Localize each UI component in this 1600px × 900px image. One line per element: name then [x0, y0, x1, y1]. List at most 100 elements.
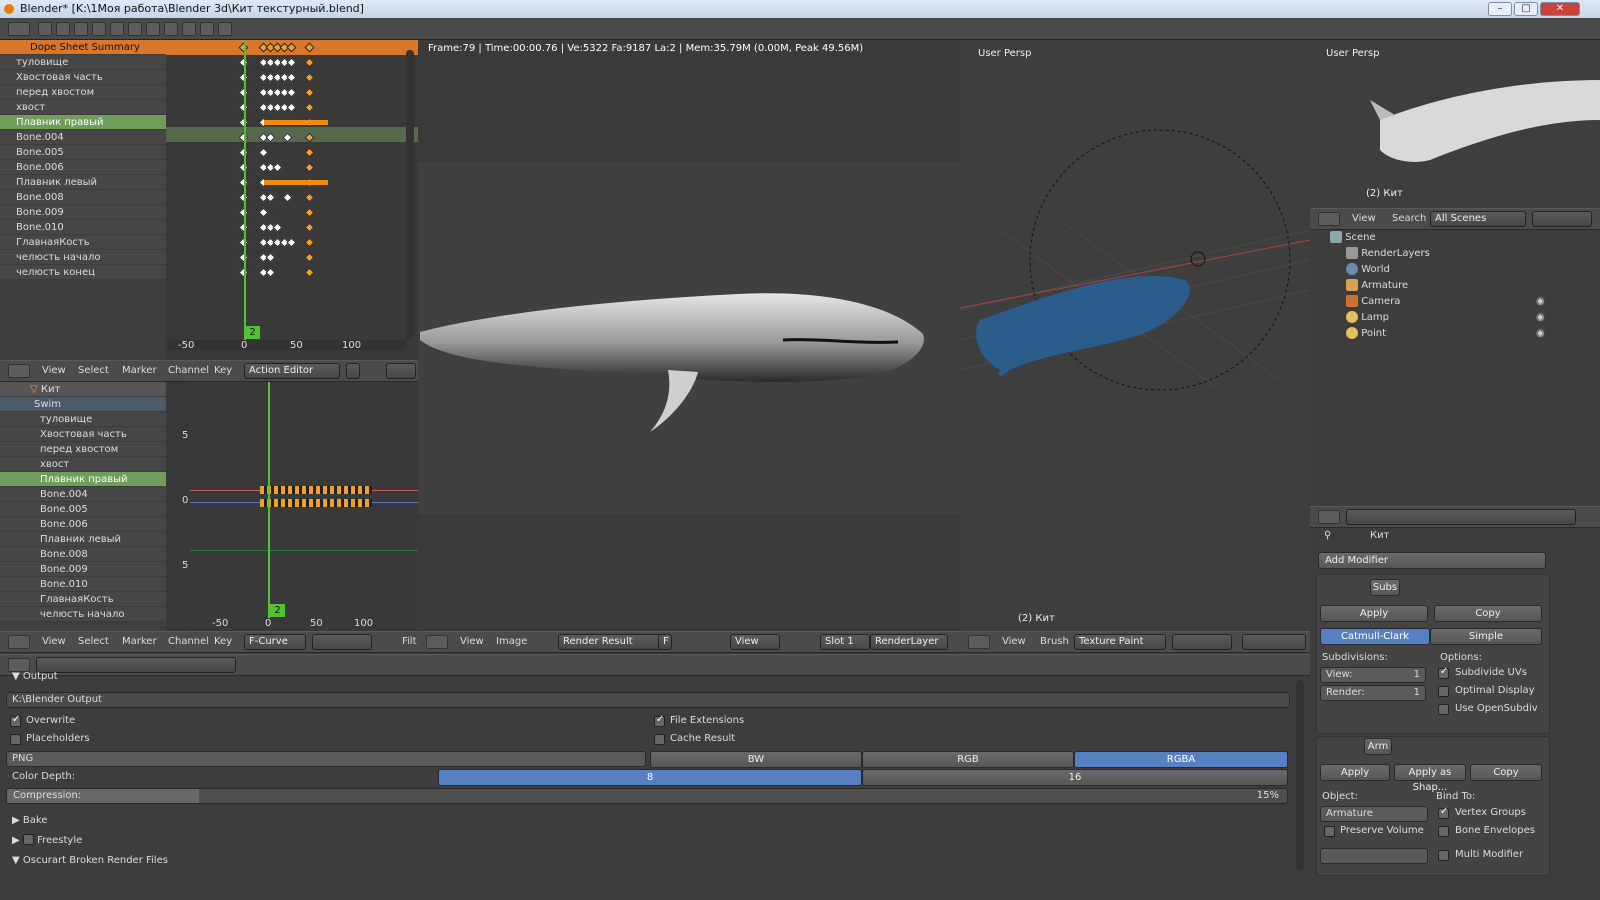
outliner-item-point[interactable]: Point	[1346, 326, 1386, 342]
keyframe[interactable]	[286, 72, 297, 83]
keyframe[interactable]	[286, 57, 297, 68]
dopesheet-timeline[interactable]: 2 -50 0 50 100	[166, 40, 418, 360]
color-rgb-toggle[interactable]: RGB	[862, 751, 1074, 768]
color-bw-toggle[interactable]: BW	[650, 751, 862, 768]
menu-brush[interactable]: Brush	[1040, 632, 1069, 652]
keyframe[interactable]	[304, 237, 315, 248]
apply-button[interactable]: Apply	[1320, 605, 1428, 622]
dopesheet-channel[interactable]: ГлавнаяКость	[0, 235, 166, 250]
vertical-scrollbar[interactable]	[406, 50, 414, 340]
view-mode-select[interactable]: View	[730, 634, 780, 650]
modifier-icon[interactable]	[146, 22, 160, 36]
mini-viewport[interactable]: User Persp (2) Кит	[1310, 40, 1600, 208]
dopesheet-channel[interactable]: Хвостовая часть	[0, 70, 166, 85]
keyframe[interactable]	[304, 87, 315, 98]
graph-channel[interactable]: Bone.006	[0, 517, 166, 532]
file-format-select[interactable]: PNG	[6, 751, 646, 767]
editor-type-icon[interactable]	[426, 635, 448, 649]
maximize-button[interactable]: □	[1514, 2, 1538, 16]
keyframe[interactable]	[304, 57, 315, 68]
mode-select[interactable]: Action Editor	[244, 363, 340, 379]
action-browse[interactable]	[346, 363, 360, 379]
keyframe[interactable]	[304, 102, 315, 113]
editor-type-icon[interactable]	[968, 635, 990, 649]
slot-select[interactable]: Slot 1	[820, 634, 870, 650]
graph-channel[interactable]: хвост	[0, 457, 166, 472]
visibility-eye-icon[interactable]: ◉	[1536, 296, 1545, 307]
keyframe[interactable]	[304, 192, 315, 203]
simple-toggle[interactable]: Simple	[1430, 628, 1542, 645]
outliner-item-renderlayers[interactable]: RenderLayers	[1346, 246, 1430, 262]
scene-icon[interactable]	[56, 22, 70, 36]
editor-type-icon[interactable]	[8, 364, 30, 378]
graph-mode-select[interactable]: F-Curve	[244, 634, 306, 650]
dopesheet-channel[interactable]: туловище	[0, 55, 166, 70]
bake-section-header[interactable]: ▶ Bake	[12, 812, 47, 830]
dopesheet-channel[interactable]: Bone.010	[0, 220, 166, 235]
overwrite-checkbox[interactable]	[10, 714, 21, 727]
playhead[interactable]	[244, 40, 246, 340]
menu-channel[interactable]: Channel	[168, 361, 209, 381]
minimize-button[interactable]: –	[1488, 2, 1512, 16]
3d-viewport[interactable]: User Persp (2) Кит	[960, 40, 1310, 654]
dopesheet-channel[interactable]: челюсть начало	[0, 250, 166, 265]
apply-as-shape-button[interactable]: Apply as Shap...	[1394, 764, 1466, 793]
graph-tool-buttons[interactable]	[312, 634, 372, 650]
output-path-field[interactable]: K:\Blender Output	[6, 692, 1290, 708]
menu-view[interactable]: View	[1002, 632, 1026, 652]
menu-search[interactable]: Search	[1392, 209, 1426, 229]
apply-button[interactable]: Apply	[1320, 764, 1390, 781]
keyframe[interactable]	[286, 87, 297, 98]
interaction-mode-select[interactable]: Texture Paint	[1074, 634, 1166, 650]
layout-icon[interactable]	[38, 22, 52, 36]
menu-key[interactable]: Key	[214, 632, 232, 652]
keyframe[interactable]	[258, 207, 269, 218]
keyframe[interactable]	[272, 222, 283, 233]
keyframe[interactable]	[304, 72, 315, 83]
compression-slider[interactable]: Compression: 15%	[6, 788, 1288, 804]
object-icon[interactable]	[110, 22, 124, 36]
dopesheet-channel[interactable]: Плавник левый	[0, 175, 166, 190]
dopesheet-channel[interactable]: перед хвостом	[0, 85, 166, 100]
dopesheet-channel[interactable]: Bone.005	[0, 145, 166, 160]
oscurart-section-header[interactable]: ▼ Oscurart Broken Render Files	[12, 852, 168, 870]
dopesheet-channel[interactable]: Bone.006	[0, 160, 166, 175]
copy-button[interactable]: Copy	[1434, 605, 1542, 622]
keyframe[interactable]	[304, 162, 315, 173]
editor-type-icon[interactable]	[8, 635, 30, 649]
placeholders-checkbox[interactable]	[10, 734, 21, 745]
catmull-clark-toggle[interactable]: Catmull-Clark	[1320, 628, 1430, 645]
dopesheet-channel[interactable]: Bone.004	[0, 130, 166, 145]
dopesheet-channel[interactable]: Bone.008	[0, 190, 166, 205]
outliner-item-lamp[interactable]: Lamp	[1346, 310, 1389, 326]
pin-icon[interactable]: ⚲	[1324, 528, 1331, 544]
dopesheet-channel[interactable]: челюсть конец	[0, 265, 166, 280]
outliner-search-field[interactable]	[1532, 211, 1592, 227]
outliner-item-armature[interactable]: Armature	[1346, 278, 1408, 294]
playhead[interactable]	[268, 382, 270, 618]
keyframe[interactable]	[304, 147, 315, 158]
close-button[interactable]: ✕	[1540, 2, 1580, 16]
graph-channel[interactable]: Bone.004	[0, 487, 166, 502]
render-layer-select[interactable]: RenderLayer	[870, 634, 948, 650]
add-modifier-button[interactable]: Add Modifier	[1318, 552, 1546, 569]
keyframe[interactable]	[265, 267, 276, 278]
graph-channel[interactable]: Плавник правый	[0, 472, 166, 487]
preserve-volume-checkbox[interactable]	[1324, 826, 1335, 837]
menu-key[interactable]: Key	[214, 361, 232, 381]
key-cluster-bottom[interactable]	[260, 499, 372, 507]
outliner-item-scene[interactable]: Scene	[1330, 230, 1376, 246]
menu-select[interactable]: Select	[78, 361, 109, 381]
menu-view[interactable]: View	[460, 632, 484, 652]
depth-16-toggle[interactable]: 16	[862, 769, 1288, 786]
keyframe[interactable]	[282, 192, 293, 203]
data-icon[interactable]	[164, 22, 178, 36]
graph-channel[interactable]: Bone.010	[0, 577, 166, 592]
editor-type-icon[interactable]	[1318, 212, 1340, 226]
shading-buttons[interactable]	[1172, 634, 1232, 650]
editor-type-icon[interactable]	[1318, 510, 1340, 524]
armature-object-field[interactable]: Armature	[1320, 806, 1428, 822]
modifier-name-field[interactable]: Arm	[1364, 738, 1392, 755]
graph-channel[interactable]: перед хвостом	[0, 442, 166, 457]
copy-button[interactable]: Copy	[1470, 764, 1542, 781]
